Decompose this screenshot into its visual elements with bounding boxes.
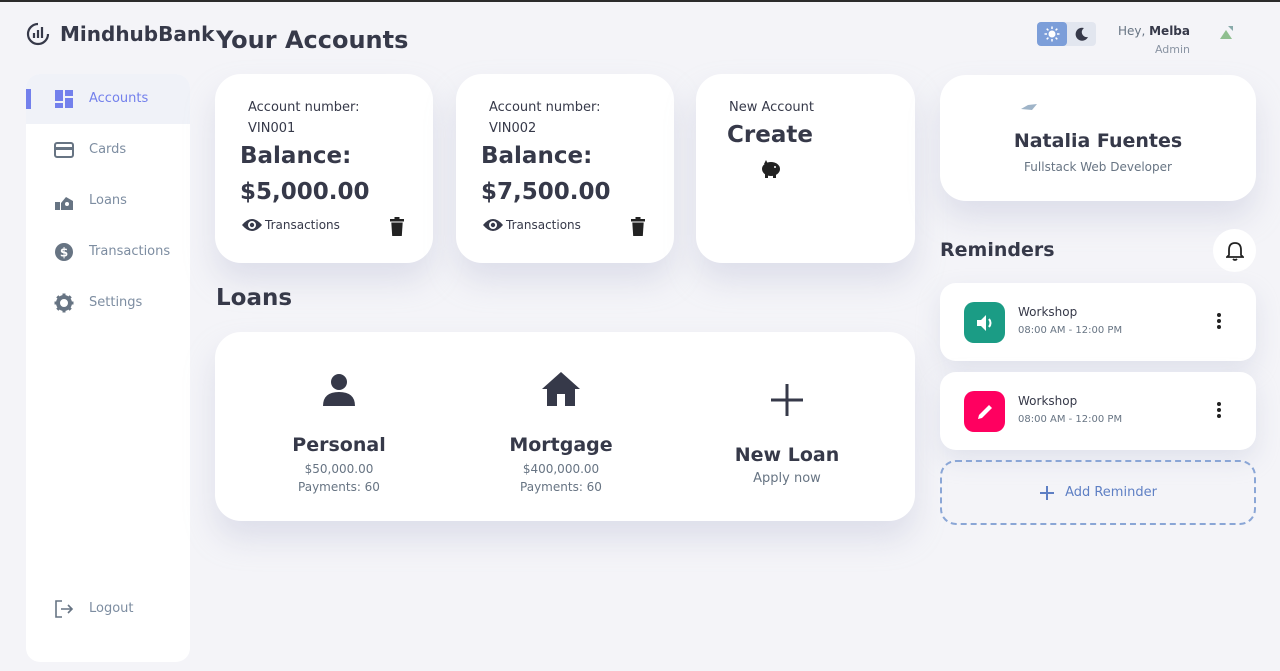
reminder-icon-box	[964, 302, 1005, 343]
add-reminder-button[interactable]: Add Reminder	[940, 460, 1256, 525]
piggy-bank-icon[interactable]	[760, 158, 782, 178]
loan-amount: $400,000.00	[522, 462, 600, 476]
balance-label: Balance:	[481, 143, 593, 169]
new-loan-button[interactable]: New Loan Apply now	[687, 332, 887, 521]
sidebar-item-label: Cards	[89, 142, 127, 157]
loan-payments: Payments: 60	[520, 480, 602, 494]
profile-card: Natalia Fuentes Fullstack Web Developer	[940, 75, 1256, 201]
profile-image-icon	[1021, 104, 1037, 110]
more-vertical-icon[interactable]	[1216, 312, 1222, 330]
page-title: Your Accounts	[216, 26, 409, 54]
pencil-icon	[977, 404, 992, 419]
loans-section-title: Loans	[216, 285, 293, 311]
eye-icon	[483, 219, 503, 231]
sidebar-item-cards[interactable]: Cards	[26, 125, 190, 175]
transactions-label: Transactions	[506, 218, 581, 232]
balance-value: $5,000.00	[240, 179, 370, 205]
new-account-card: New Account Create	[696, 74, 915, 263]
bell-icon	[1225, 241, 1244, 261]
new-account-label: New Account	[729, 100, 814, 115]
loan-mortgage[interactable]: Mortgage $400,000.00 Payments: 60	[461, 332, 661, 521]
transactions-label: Transactions	[265, 218, 340, 232]
balance-label: Balance:	[240, 143, 352, 169]
moon-icon	[1075, 27, 1088, 41]
logout-button[interactable]: Logout	[26, 584, 190, 634]
account-card: Account number: VIN001 Balance: $5,000.0…	[215, 74, 433, 263]
balance-value: $7,500.00	[481, 179, 611, 205]
house-icon	[542, 372, 580, 406]
reminder-title: Workshop	[1018, 394, 1078, 408]
money-hand-icon	[55, 197, 73, 210]
greeting: Hey, Melba	[1100, 24, 1190, 38]
dashboard-icon	[55, 90, 73, 108]
sidebar-item-label: Loans	[89, 193, 127, 208]
reminders-title: Reminders	[940, 239, 1055, 261]
sidebar-item-loans[interactable]: Loans	[26, 176, 190, 226]
more-vertical-icon[interactable]	[1216, 401, 1222, 419]
brand-name: MindhubBank	[60, 22, 215, 46]
transactions-link[interactable]: Transactions	[482, 217, 581, 233]
reminder-time: 08:00 AM - 12:00 PM	[1018, 325, 1123, 336]
reminder-time: 08:00 AM - 12:00 PM	[1018, 414, 1123, 425]
brand-logo[interactable]: MindhubBank	[26, 22, 214, 46]
user-icon	[323, 374, 355, 406]
reminder-title: Workshop	[1018, 305, 1078, 319]
svg-text:$: $	[60, 246, 68, 260]
volume-icon	[976, 314, 991, 331]
profile-name: Natalia Fuentes	[1013, 130, 1183, 152]
dollar-circle-icon: $	[55, 243, 73, 261]
profile-role: Fullstack Web Developer	[1024, 160, 1172, 174]
brand-logo-icon	[26, 22, 50, 46]
loan-amount: $50,000.00	[304, 462, 374, 476]
logout-label: Logout	[89, 601, 134, 616]
loan-name: Mortgage	[509, 434, 613, 456]
account-number-label: Account number:	[248, 100, 360, 115]
trash-icon[interactable]	[630, 217, 646, 236]
sidebar-item-label: Accounts	[89, 91, 149, 106]
theme-toggle[interactable]	[1037, 22, 1096, 46]
sidebar: Accounts Cards Loans $ Transactions Sett…	[26, 74, 190, 662]
sidebar-item-transactions[interactable]: $ Transactions	[26, 227, 190, 277]
account-number: VIN001	[248, 121, 296, 136]
greeting-text: Hey,	[1117, 24, 1146, 38]
avatar[interactable]	[1217, 24, 1235, 42]
reminder-item[interactable]: Workshop 08:00 AM - 12:00 PM	[940, 283, 1256, 361]
logout-icon	[55, 600, 74, 618]
transactions-link[interactable]: Transactions	[241, 217, 340, 233]
light-mode-button[interactable]	[1037, 22, 1067, 46]
create-account-button[interactable]: Create	[727, 122, 813, 148]
trash-icon[interactable]	[389, 217, 405, 236]
account-number-label: Account number:	[489, 100, 601, 115]
account-card: Account number: VIN002 Balance: $7,500.0…	[456, 74, 674, 263]
loan-personal[interactable]: Personal $50,000.00 Payments: 60	[239, 332, 439, 521]
plus-icon	[771, 384, 803, 416]
sidebar-item-settings[interactable]: Settings	[26, 278, 190, 328]
sidebar-item-label: Settings	[89, 295, 143, 310]
gear-icon	[54, 293, 74, 313]
sun-icon	[1044, 26, 1060, 42]
notifications-button[interactable]	[1213, 229, 1256, 272]
user-role: Admin	[1154, 43, 1190, 56]
sidebar-item-label: Transactions	[89, 244, 171, 259]
plus-icon	[1040, 485, 1055, 500]
loan-name: Personal	[292, 434, 386, 456]
loans-card: Personal $50,000.00 Payments: 60 Mortgag…	[215, 332, 915, 521]
add-reminder-label: Add Reminder	[1065, 485, 1157, 500]
account-number: VIN002	[489, 121, 537, 136]
loan-payments: Payments: 60	[298, 480, 380, 494]
sidebar-item-accounts[interactable]: Accounts	[26, 74, 190, 124]
loan-name: New Loan	[734, 444, 840, 466]
dark-mode-button[interactable]	[1067, 22, 1096, 46]
credit-card-icon	[54, 142, 74, 158]
apply-now-label: Apply now	[753, 471, 821, 486]
eye-icon	[242, 219, 262, 231]
user-name: Melba	[1149, 24, 1190, 38]
reminder-item[interactable]: Workshop 08:00 AM - 12:00 PM	[940, 372, 1256, 450]
reminder-icon-box	[964, 391, 1005, 432]
